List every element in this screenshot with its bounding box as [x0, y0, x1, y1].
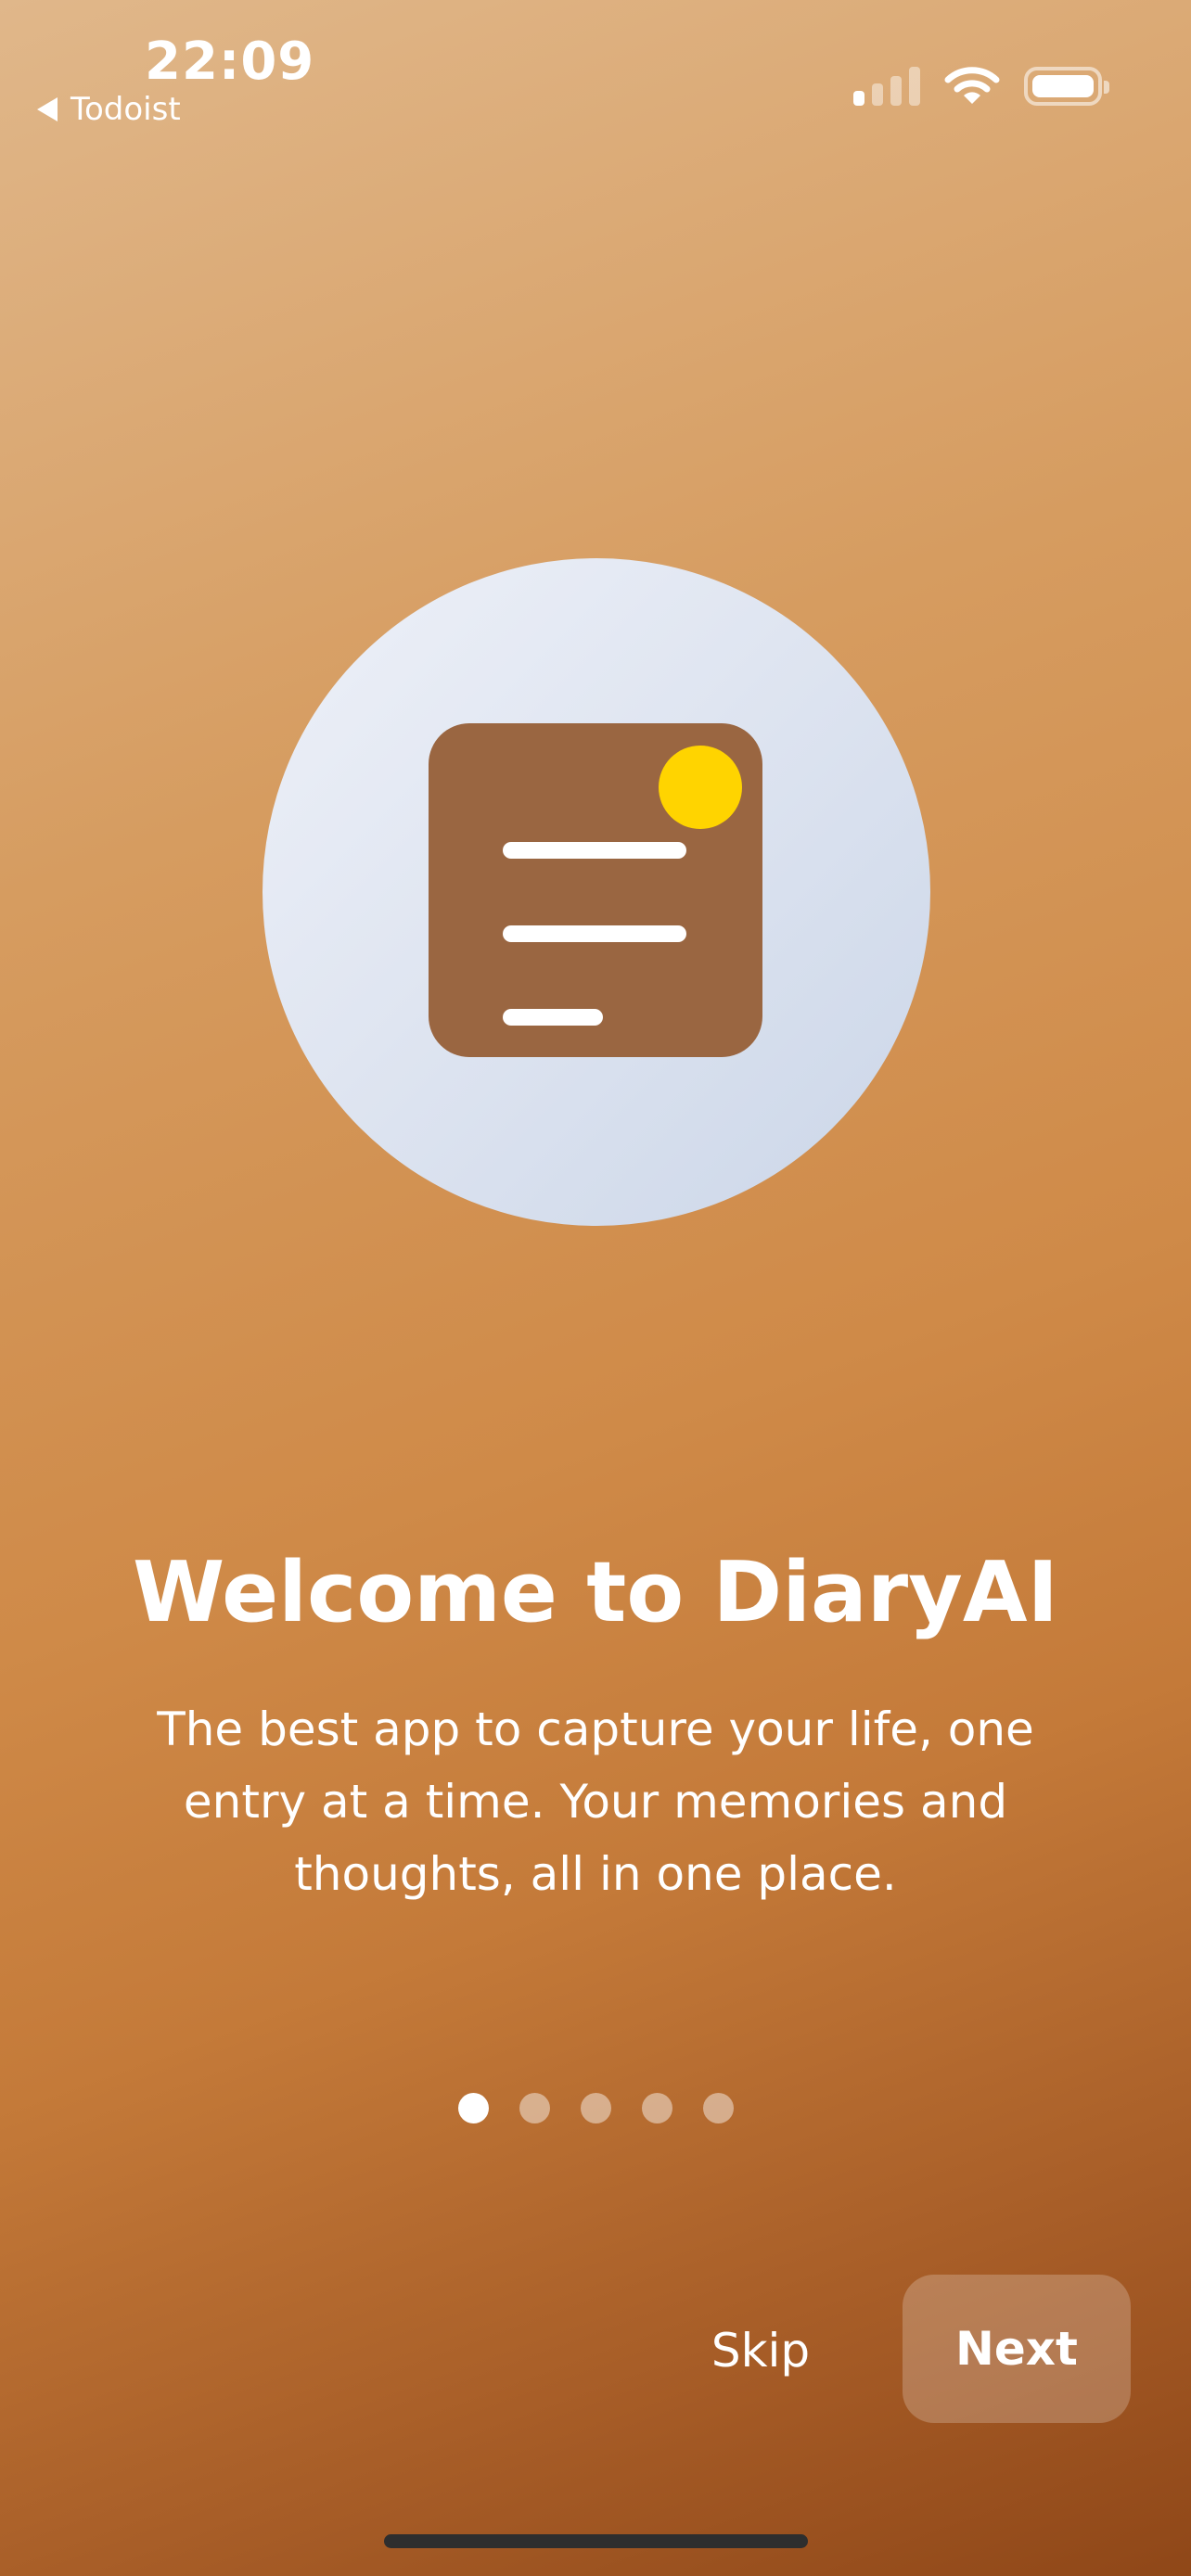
- page-dot[interactable]: [519, 2093, 550, 2123]
- page-dot[interactable]: [642, 2093, 672, 2123]
- doc-line: [503, 842, 686, 859]
- status-icons: [853, 65, 1109, 106]
- onboarding-description: The best app to capture your life, one e…: [157, 1702, 1034, 1901]
- doc-line: [503, 925, 686, 942]
- page-dot[interactable]: [703, 2093, 734, 2123]
- page-indicator: [458, 2093, 734, 2123]
- skip-button[interactable]: Skip: [686, 2314, 835, 2388]
- cellular-signal-icon: [853, 65, 920, 106]
- page-dot-active[interactable]: [458, 2093, 489, 2123]
- back-arrow-icon: [37, 97, 58, 121]
- home-indicator: [384, 2534, 808, 2548]
- next-button[interactable]: Next: [903, 2275, 1131, 2423]
- doc-line: [503, 1009, 603, 1026]
- back-to-app-link[interactable]: Todoist: [37, 91, 181, 128]
- page-dot[interactable]: [581, 2093, 611, 2123]
- battery-icon: [1024, 67, 1109, 106]
- diary-document-icon: [429, 723, 762, 1057]
- back-app-label: Todoist: [70, 91, 181, 128]
- wifi-icon: [944, 67, 1000, 104]
- status-time: 22:09: [145, 32, 315, 92]
- notification-dot: [659, 746, 742, 829]
- onboarding-title: Welcome to DiaryAI: [133, 1544, 1058, 1641]
